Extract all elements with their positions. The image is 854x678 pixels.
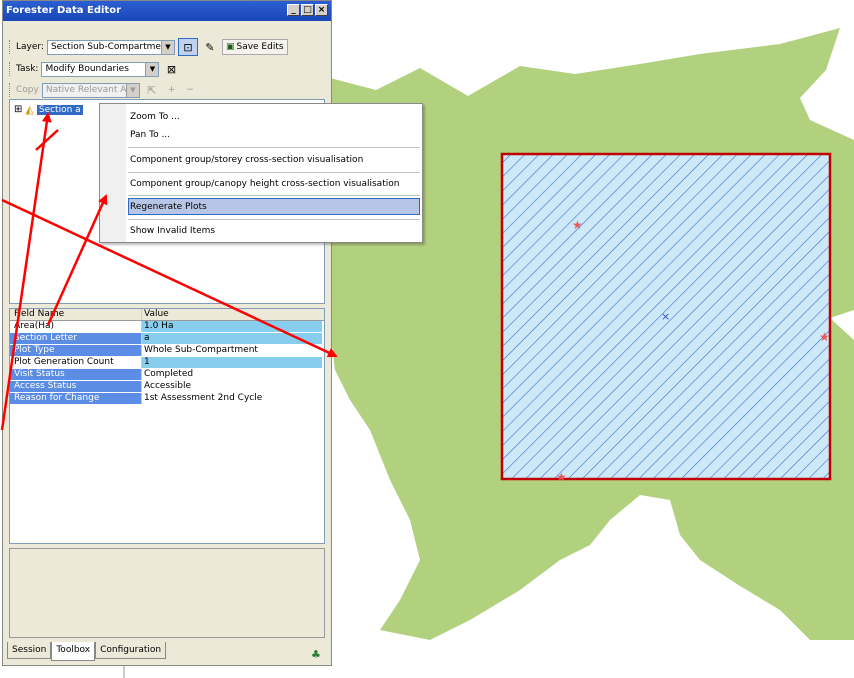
sketch-tool-icon[interactable]: ⊠ [162, 61, 180, 77]
edit-tool-icon[interactable]: ✎ [201, 39, 219, 55]
remove-button[interactable]: − [182, 85, 198, 95]
tab-toolbox[interactable]: Toolbox [51, 642, 96, 661]
value-cell[interactable]: Whole Sub-Compartment [141, 345, 322, 356]
value-cell[interactable]: Accessible [141, 381, 322, 392]
field-cell: Access Status [10, 381, 141, 392]
field-cell: Visit Status [10, 369, 141, 380]
add-button[interactable]: + [164, 85, 180, 95]
table-row[interactable]: Reason for Change 1st Assessment 2nd Cyc… [10, 393, 324, 405]
table-row[interactable]: Section Letter a [10, 333, 324, 345]
menu-separator [128, 172, 420, 173]
copy-tool-icon[interactable]: ⇱ [143, 82, 161, 98]
star-marker: ★ [556, 470, 567, 484]
select-feature-icon[interactable]: ⊡ [177, 38, 198, 56]
attributes-grid: Field Name Value Area(Ha) 1.0 Ha Section… [9, 308, 325, 544]
menu-item-regenerate-plots[interactable]: Regenerate Plots [130, 198, 207, 216]
task-select-value: Modify Boundaries [45, 63, 129, 74]
menu-item-zoom-to[interactable]: Zoom To ... [130, 108, 180, 126]
chevron-down-icon[interactable]: ▼ [145, 62, 159, 76]
value-cell[interactable]: a [141, 333, 322, 344]
menu-separator [128, 195, 420, 196]
value-header[interactable]: Value [141, 309, 322, 320]
minimize-button[interactable]: _ [287, 4, 300, 16]
copy-select-value: Native Relevant Adj [45, 84, 135, 95]
layer-select[interactable]: Section Sub-Compartment ▼ [46, 39, 175, 55]
tree-node[interactable]: ⊞ ◭ Section a [14, 103, 83, 116]
field-name-header[interactable]: Field Name [10, 309, 141, 320]
menu-gutter [100, 104, 126, 242]
field-cell: Plot Type [10, 345, 141, 356]
table-row[interactable]: Visit Status Completed [10, 369, 324, 381]
star-marker: ★ [819, 330, 830, 344]
toolbar-grip[interactable] [9, 62, 13, 76]
grid-header: Field Name Value [10, 309, 324, 321]
context-menu: Zoom To ... Pan To ... Component group/s… [99, 103, 423, 243]
star-marker: ★ [572, 218, 583, 232]
section-layer-icon: ◭ [25, 103, 34, 116]
task-label: Task: [16, 64, 39, 74]
close-button[interactable]: × [315, 4, 328, 16]
center-cross-marker: × [661, 310, 670, 323]
save-icon: ▣ [225, 42, 235, 52]
description-pane [9, 548, 325, 638]
layer-select-value: Section Sub-Compartment [50, 41, 171, 52]
menu-item-pan-to[interactable]: Pan To ... [130, 126, 170, 144]
toolbar-grip[interactable] [9, 40, 13, 54]
forester-data-editor-window: Forester Data Editor _ □ × Layer: Sectio… [2, 0, 332, 666]
panel-tabs: Session Toolbox Configuration [7, 642, 167, 661]
menu-separator [128, 219, 420, 220]
value-cell[interactable]: 1 [141, 357, 322, 368]
tree-status-icon: ♣ [311, 648, 321, 661]
copy-label: Copy [16, 85, 39, 95]
menu-separator [128, 147, 420, 148]
field-cell: Reason for Change [10, 393, 141, 404]
copy-toolbar: Copy Native Relevant Adj ▼ ⇱ + − [9, 80, 198, 100]
save-edits-button[interactable]: ▣ Save Edits [221, 39, 288, 55]
chevron-down-icon[interactable]: ▼ [160, 40, 174, 54]
window-title: Forester Data Editor [6, 5, 121, 16]
chevron-down-icon[interactable]: ▼ [125, 83, 139, 97]
expand-icon[interactable]: ⊞ [14, 104, 22, 115]
task-toolbar: Task: Modify Boundaries ▼ ⊠ [9, 59, 180, 79]
save-edits-label: Save Edits [236, 42, 284, 52]
value-cell[interactable]: Completed [141, 369, 322, 380]
layer-label: Layer: [16, 42, 44, 52]
copy-select[interactable]: Native Relevant Adj ▼ [41, 82, 140, 98]
task-select[interactable]: Modify Boundaries ▼ [41, 61, 160, 77]
field-cell: Plot Generation Count [14, 357, 114, 367]
menu-item-show-invalid-items[interactable]: Show Invalid Items [130, 222, 215, 240]
table-row[interactable]: Area(Ha) 1.0 Ha [10, 321, 324, 333]
field-cell: Section Letter [10, 333, 141, 344]
tab-session[interactable]: Session [7, 642, 52, 659]
menu-item-canopy-visualisation[interactable]: Component group/canopy height cross-sect… [130, 175, 399, 193]
maximize-button[interactable]: □ [301, 4, 314, 16]
value-cell[interactable]: 1st Assessment 2nd Cycle [141, 393, 322, 404]
layer-toolbar: Layer: Section Sub-Compartment ▼ ⊡ ✎ ▣ S… [9, 37, 288, 57]
tab-configuration[interactable]: Configuration [95, 642, 167, 659]
table-row[interactable]: Access Status Accessible [10, 381, 324, 393]
value-cell[interactable]: 1.0 Ha [141, 321, 322, 332]
table-row[interactable]: Plot Type Whole Sub-Compartment [10, 345, 324, 357]
menu-item-storey-visualisation[interactable]: Component group/storey cross-section vis… [130, 151, 363, 169]
window-titlebar[interactable]: Forester Data Editor _ □ × [3, 1, 331, 21]
field-cell: Area(Ha) [14, 321, 55, 331]
table-row[interactable]: Plot Generation Count 1 [10, 357, 324, 369]
toolbar-grip[interactable] [9, 83, 13, 97]
tree-node-label[interactable]: Section a [36, 104, 83, 115]
